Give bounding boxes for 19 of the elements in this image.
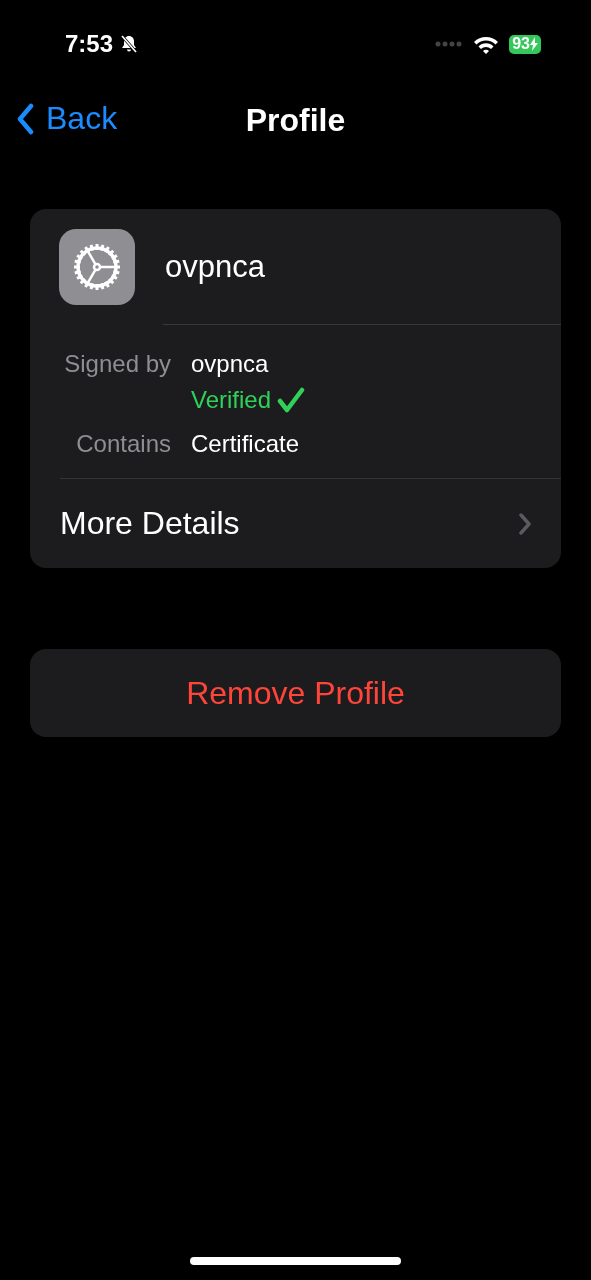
wifi-icon: [473, 34, 500, 54]
detail-value: Certificate: [191, 429, 300, 459]
chevron-right-icon: [519, 512, 531, 535]
checkmark-icon: [277, 387, 306, 413]
profile-name: ovpnca: [165, 249, 265, 285]
signal-dots-icon: [435, 41, 464, 47]
remove-profile-button[interactable]: Remove Profile: [30, 649, 561, 737]
detail-label: Signed by: [63, 349, 171, 379]
screen-title: Profile: [245, 100, 346, 139]
chevron-left-icon[interactable]: [16, 102, 34, 135]
detail-label: Contains: [75, 429, 171, 459]
back-link[interactable]: Back: [16, 100, 118, 137]
more-details-row[interactable]: More Details: [30, 479, 561, 568]
battery-level: 93: [512, 35, 530, 53]
verified-status: Verified: [191, 385, 272, 415]
detail-value: ovpnca: [191, 349, 270, 379]
gear-icon: [59, 229, 135, 305]
status-time: 7:53: [65, 30, 114, 58]
more-details-label: More Details: [60, 505, 240, 542]
